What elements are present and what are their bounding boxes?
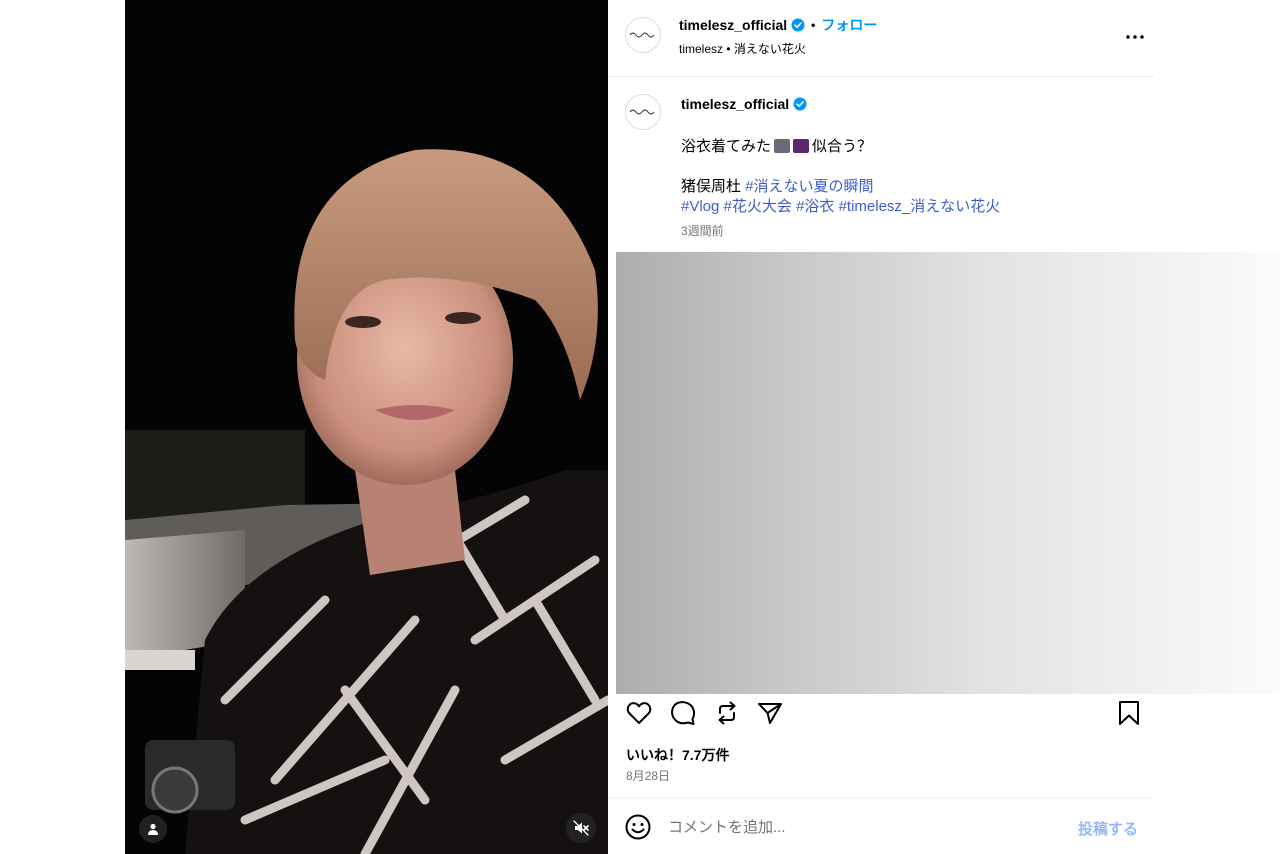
post-comment-button[interactable]: 投稿する	[1078, 818, 1138, 839]
action-bar	[608, 694, 1155, 734]
caption-line: 猪俣周杜 #消えない夏の瞬間	[681, 175, 874, 196]
hashtag-link[interactable]: #timelesz_消えない花火	[839, 198, 1001, 215]
hashtag-link[interactable]: #浴衣	[796, 198, 834, 215]
emoji-picker-button[interactable]	[625, 814, 651, 840]
follow-button[interactable]: フォロー	[821, 15, 877, 35]
share-button[interactable]	[756, 699, 784, 727]
caption-username[interactable]: timelesz_official	[681, 96, 789, 112]
like-button[interactable]	[625, 699, 653, 727]
brand-logo-icon	[629, 32, 655, 38]
save-button[interactable]	[1115, 699, 1143, 727]
more-horizontal-icon	[1126, 35, 1144, 39]
header-subtitle[interactable]: timelesz • 消えない花火	[679, 40, 806, 57]
bookmark-icon	[1119, 701, 1139, 725]
brand-logo-icon	[629, 109, 655, 115]
tag-users-button[interactable]	[139, 815, 167, 843]
post-details-panel: timelesz_official • フォロー timelesz • 消えない…	[608, 0, 1280, 854]
comment-composer: 投稿する	[608, 797, 1155, 854]
verified-badge-icon	[793, 97, 807, 111]
caption-timestamp[interactable]: 3週間前	[681, 222, 724, 239]
smiley-icon	[625, 814, 651, 840]
caption-suffix: 似合う？	[812, 138, 873, 155]
caption-avatar[interactable]	[625, 94, 661, 130]
comment-button[interactable]	[669, 699, 697, 727]
hashtag-link[interactable]: #消えない夏の瞬間	[745, 178, 873, 195]
post-media[interactable]	[125, 0, 608, 854]
caption: timelesz_official 浴衣着てみた 似合う？ 猪俣周杜 #消えない…	[608, 77, 1155, 252]
heart-icon	[626, 702, 652, 724]
mute-toggle-button[interactable]	[566, 813, 596, 843]
camera-emoji-icon	[774, 138, 791, 153]
comment-input[interactable]	[668, 814, 1068, 840]
hashtag-link[interactable]: #Vlog	[681, 198, 719, 215]
comments-loading-placeholder	[616, 252, 1280, 694]
repost-button[interactable]	[713, 699, 741, 727]
post-header: timelesz_official • フォロー timelesz • 消えない…	[608, 0, 1155, 77]
speaker-muted-icon	[573, 820, 589, 836]
verified-badge-icon	[791, 18, 805, 32]
caption-line: 浴衣着てみた 似合う？	[681, 135, 872, 156]
comment-icon	[671, 701, 696, 725]
header-username[interactable]: timelesz_official	[679, 17, 787, 33]
more-options-button[interactable]	[1125, 27, 1145, 47]
caption-line: #Vlog #花火大会 #浴衣 #timelesz_消えない花火	[681, 195, 1000, 216]
repost-icon	[718, 701, 736, 725]
user-tag-icon	[148, 823, 158, 835]
separator-dot: •	[811, 18, 816, 32]
caption-member-name: 猪俣周杜	[681, 178, 742, 195]
post-date[interactable]: 8月28日	[626, 767, 670, 784]
hashtag-link[interactable]: #花火大会	[724, 198, 792, 215]
fireworks-emoji-icon	[793, 138, 810, 153]
caption-text: 浴衣着てみた	[681, 138, 772, 155]
avatar[interactable]	[625, 17, 661, 53]
like-count[interactable]: いいね！7.7万件	[626, 745, 729, 765]
share-icon	[758, 703, 782, 724]
portrait-photo	[125, 0, 608, 854]
